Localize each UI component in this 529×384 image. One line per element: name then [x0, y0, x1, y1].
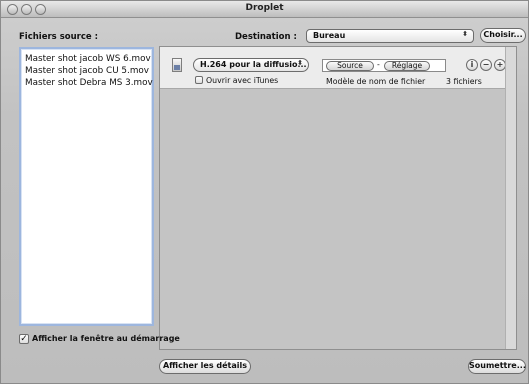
source-file-item[interactable]: Master shot jacob CU 5.mov: [25, 65, 152, 77]
scrollbar[interactable]: [505, 47, 516, 349]
source-token[interactable]: Source: [326, 61, 374, 71]
source-file-item[interactable]: Master shot jacob WS 6.mov: [25, 53, 152, 65]
minus-icon: −: [482, 60, 490, 69]
setting-popup[interactable]: H.264 pour la diffusio... ⬍: [193, 58, 309, 72]
destination-value: Bureau: [313, 31, 346, 40]
source-file-list[interactable]: Master shot jacob WS 6.mov Master shot j…: [19, 47, 154, 326]
remove-button[interactable]: −: [480, 59, 492, 71]
show-window-checkbox[interactable]: ✓: [19, 334, 29, 344]
destination-popup[interactable]: Bureau ⬍: [306, 29, 474, 43]
source-files-label: Fichiers source :: [19, 32, 99, 42]
source-file-item[interactable]: Master shot Debra MS 3.mov: [25, 77, 153, 89]
plus-icon: +: [496, 60, 504, 69]
job-panel: H.264 pour la diffusio... ⬍ Ouvrir avec …: [159, 46, 517, 350]
movie-document-icon: [172, 58, 182, 72]
popup-arrows-icon: ⬍: [462, 30, 468, 38]
separator-token: -: [377, 60, 380, 69]
info-icon: i: [470, 60, 474, 69]
filename-template-field[interactable]: Source - Réglage: [322, 59, 446, 72]
setting-token-label: Réglage: [391, 61, 423, 70]
setting-token[interactable]: Réglage: [384, 61, 430, 71]
info-button[interactable]: i: [466, 59, 478, 71]
title-bar[interactable]: Droplet: [1, 1, 528, 18]
source-token-label: Source: [337, 61, 363, 70]
setting-value: H.264 pour la diffusio...: [200, 60, 307, 69]
show-window-label: Afficher la fenêtre au démarrage: [32, 334, 180, 343]
filename-template-label: Modèle de nom de fichier: [326, 77, 426, 86]
open-itunes-label: Ouvrir avec iTunes: [206, 76, 279, 85]
popup-arrows-icon: ⬍: [297, 59, 303, 67]
file-count: 3 fichiers: [446, 77, 482, 86]
checkmark-icon: ✓: [20, 334, 28, 344]
open-itunes-checkbox[interactable]: [195, 76, 203, 84]
choose-destination-button[interactable]: Choisir...: [480, 28, 526, 43]
window-title: Droplet: [245, 3, 284, 13]
show-details-button[interactable]: Afficher les détails: [159, 359, 251, 374]
job-row[interactable]: H.264 pour la diffusio... ⬍ Ouvrir avec …: [160, 47, 506, 89]
destination-label: Destination :: [235, 32, 297, 42]
droplet-window: Droplet Fichiers source : Master shot ja…: [0, 0, 529, 384]
submit-button[interactable]: Soumettre...: [468, 359, 526, 374]
